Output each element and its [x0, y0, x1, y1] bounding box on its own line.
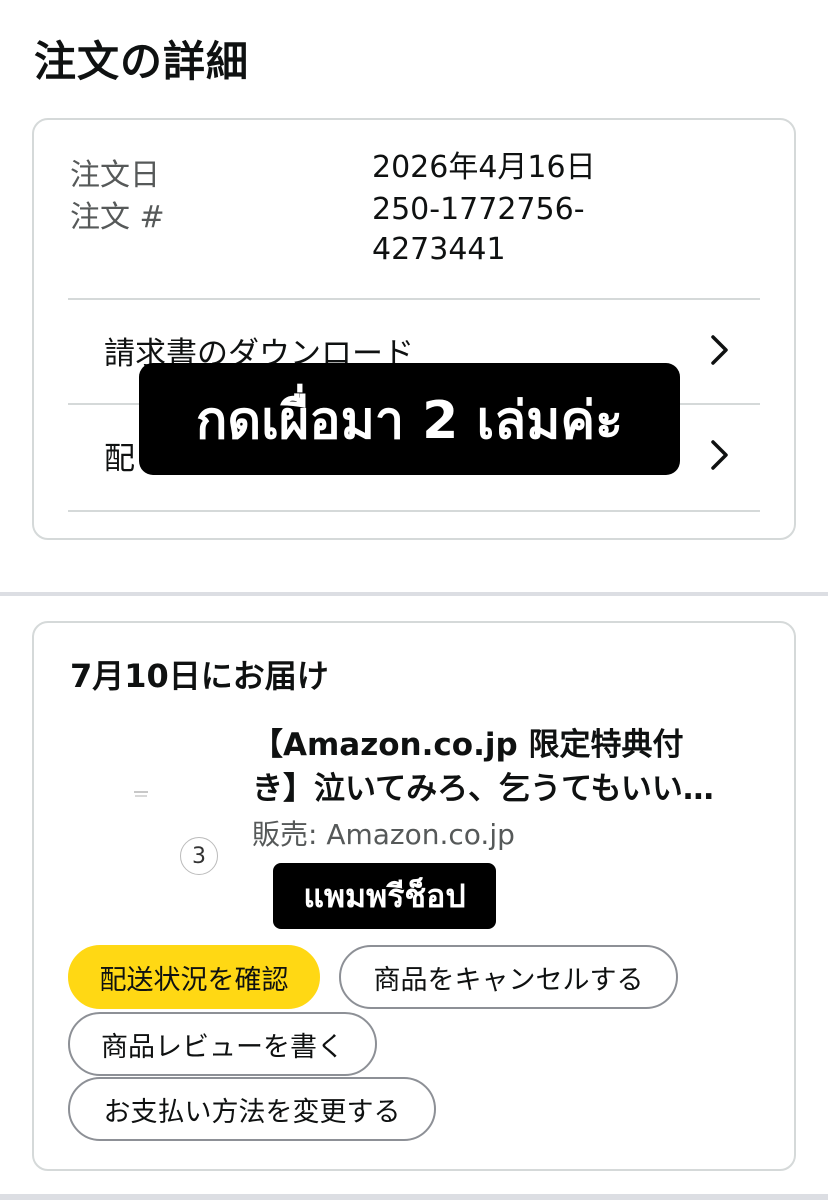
page-title: 注文の詳細 [34, 37, 250, 86]
section-separator [0, 592, 828, 596]
order-number-line2: 4273441 [372, 232, 506, 267]
seller-text: 販売: Amazon.co.jp [252, 818, 515, 851]
product-image-icon [134, 791, 148, 797]
bottom-separator [0, 1194, 828, 1200]
order-date-label: 注文日 [70, 158, 160, 193]
product-title-line1: 【Amazon.co.jp 限定特典付 [252, 727, 684, 763]
product-thumbnail[interactable] [132, 788, 150, 806]
product-title-line2: き】泣いてみろ、乞うてもいい… [252, 771, 714, 807]
track-package-button[interactable]: 配送状況を確認 [68, 945, 320, 1009]
order-info-card: 注文日 2026年4月16日 注文 # 250-1772756- 4273441… [32, 118, 796, 540]
cancel-item-button[interactable]: 商品をキャンセルする [339, 945, 678, 1009]
divider [68, 510, 760, 512]
order-date-value: 2026年4月16日 [372, 150, 596, 185]
product-title-link[interactable]: 【Amazon.co.jp 限定特典付 き】泣いてみろ、乞うてもいい… [252, 723, 752, 811]
quantity-badge: 3 [180, 837, 218, 875]
caption-overlay-small: แพมพรีช็อป [273, 863, 496, 929]
order-number-label: 注文 # [70, 200, 165, 235]
delivery-date-title: 7月10日にお届け [70, 657, 329, 695]
order-number-value: 250-1772756- 4273441 [372, 190, 672, 270]
chevron-right-icon [711, 440, 728, 470]
write-review-button[interactable]: 商品レビューを書く [68, 1012, 377, 1076]
delivery-address-label: 配 [104, 440, 135, 477]
caption-overlay: กดเผื่อมา 2 เล่มค่ะ [139, 363, 680, 475]
change-payment-button[interactable]: お支払い方法を変更する [68, 1077, 436, 1141]
chevron-right-icon [711, 335, 728, 365]
order-number-line1: 250-1772756- [372, 192, 585, 227]
